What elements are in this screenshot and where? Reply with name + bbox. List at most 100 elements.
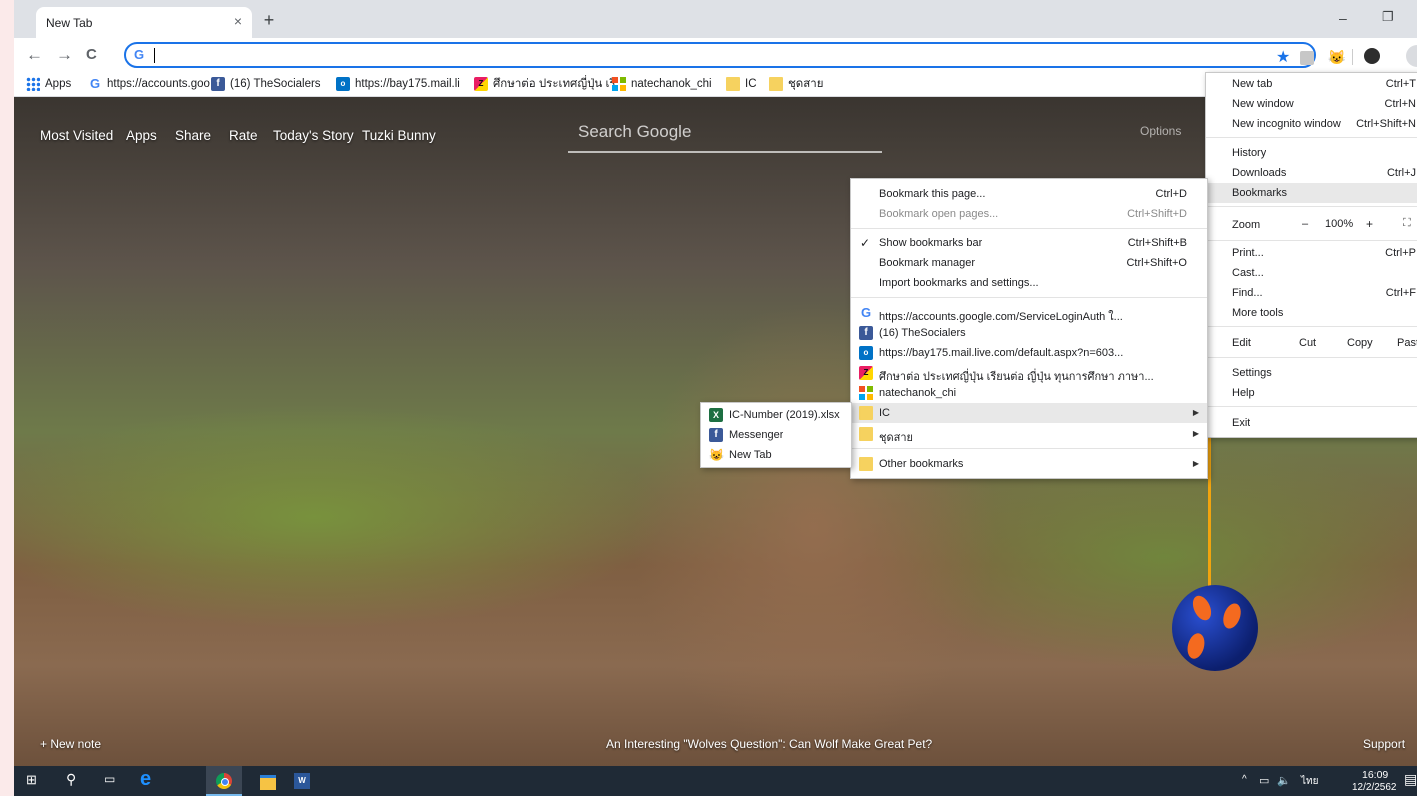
bookmark-folder-ic[interactable]: IC ▶ — [851, 403, 1207, 423]
ntp-link-rate[interactable]: Rate — [229, 128, 258, 143]
fullscreen-icon[interactable]: ⛶ — [1403, 217, 1411, 230]
menu-item-find[interactable]: Find... Ctrl+F — [1206, 283, 1417, 303]
copy-button[interactable]: Copy — [1347, 337, 1373, 349]
menu-item-bookmarks[interactable]: Bookmarks — [1206, 183, 1417, 203]
bookmark-item-google-accounts[interactable]: Ghttps://accounts.google.com/ServiceLogi… — [851, 303, 1207, 324]
task-view-icon[interactable]: ▭ — [104, 772, 115, 786]
bookmark-star-icon[interactable]: ★ — [1276, 47, 1290, 67]
paste-button[interactable]: Past — [1397, 337, 1417, 349]
cat-extension-icon[interactable]: 😺 — [1328, 49, 1345, 66]
menu-item-settings[interactable]: Settings — [1206, 363, 1417, 383]
tray-chevron-icon[interactable]: ^ — [1242, 774, 1247, 785]
folder-icon — [859, 457, 873, 471]
windows-taskbar: ⊞ ⚲ ▭ e W ^ ▭ 🔈 ไทย 16:09 12/2/2562 ▤ — [14, 766, 1417, 796]
menu-item-bookmark-manager[interactable]: Bookmark manager Ctrl+Shift+O — [851, 253, 1207, 273]
menu-item-new-window[interactable]: New window Ctrl+N — [1206, 94, 1417, 114]
bookmark-folder-chudsai[interactable]: ชุดสาย — [769, 76, 824, 92]
zoom-out-button[interactable]: – — [1302, 218, 1308, 230]
file-explorer-icon[interactable] — [260, 775, 276, 790]
bookmark-thesocialers[interactable]: f (16) TheSocialers — [211, 76, 321, 92]
menu-separator — [1206, 326, 1417, 327]
bookmark-label: ศึกษาต่อ ประเทศญี่ปุ่น เรี — [493, 78, 616, 90]
bookmark-item-messenger[interactable]: f Messenger — [701, 425, 851, 445]
ntp-link-tuzki-bunny[interactable]: Tuzki Bunny — [362, 128, 436, 143]
edge-icon[interactable]: e — [140, 768, 151, 791]
bookmark-folder-ic[interactable]: IC — [726, 76, 757, 92]
back-icon[interactable]: ← — [26, 45, 43, 65]
extension-icon[interactable] — [1300, 51, 1314, 65]
menu-item-history[interactable]: History — [1206, 143, 1417, 163]
search-icon[interactable]: ⚲ — [66, 771, 76, 788]
google-icon: G — [134, 47, 145, 62]
bookmark-label: https://bay175.mail.li — [355, 78, 460, 90]
minimize-icon[interactable]: – — [1339, 10, 1347, 26]
google-icon: G — [89, 76, 101, 91]
menu-item-print[interactable]: Print... Ctrl+P — [1206, 243, 1417, 263]
ntp-options-link[interactable]: Options — [1140, 124, 1181, 138]
bookmark-item-natechanok[interactable]: natechanok_chi — [851, 383, 1207, 403]
tab-new-tab[interactable]: New Tab × — [36, 7, 252, 38]
bookmark-study-japan[interactable]: Z ศึกษาต่อ ประเทศญี่ปุ่น เรี — [474, 76, 616, 92]
word-icon[interactable]: W — [294, 773, 310, 789]
bookmark-label: https://accounts.goo — [107, 78, 210, 90]
profile-avatar[interactable] — [1364, 48, 1380, 64]
volume-icon[interactable]: 🔈 — [1277, 774, 1291, 787]
folder-icon — [769, 77, 783, 91]
ntp-story-link[interactable]: An Interesting "Wolves Question": Can Wo… — [606, 737, 932, 751]
ntp-link-share[interactable]: Share — [175, 128, 211, 143]
menu-item-more-tools[interactable]: More tools — [1206, 303, 1417, 323]
bookmark-item-ic-number[interactable]: X IC-Number (2019).xlsx — [701, 405, 851, 425]
bookmark-folder-chudsai[interactable]: ชุดสาย ▶ — [851, 424, 1207, 444]
bookmark-outlook[interactable]: o https://bay175.mail.li — [336, 76, 460, 92]
tab-title: New Tab — [46, 16, 93, 30]
ntp-link-most-visited[interactable]: Most Visited — [40, 128, 113, 143]
menu-item-incognito[interactable]: New incognito window Ctrl+Shift+N — [1206, 114, 1417, 134]
bookmark-folder-other[interactable]: Other bookmarks ▶ — [851, 454, 1207, 474]
input-language[interactable]: ไทย — [1301, 774, 1318, 789]
microsoft-icon — [859, 386, 873, 400]
ntp-new-note-button[interactable]: + New note — [40, 737, 101, 751]
network-icon[interactable]: ▭ — [1259, 774, 1269, 787]
menu-item-import-bookmarks[interactable]: Import bookmarks and settings... — [851, 273, 1207, 293]
menu-item-cast[interactable]: Cast... — [1206, 263, 1417, 283]
ntp-search-underline — [568, 151, 882, 153]
cut-button[interactable]: Cut — [1299, 337, 1316, 349]
clock-time[interactable]: 16:09 — [1362, 769, 1388, 781]
menu-separator — [1206, 206, 1417, 207]
ic-folder-submenu: X IC-Number (2019).xlsx f Messenger 😺 New T… — [700, 402, 852, 468]
ntp-search-input[interactable]: Search Google — [578, 122, 691, 142]
left-strip — [0, 0, 14, 796]
toolbar-divider — [1352, 49, 1353, 65]
windows-start-icon[interactable]: ⊞ — [26, 772, 37, 788]
bookmark-item-thesocialers[interactable]: f (16) TheSocialers — [851, 323, 1207, 343]
zoom-in-button[interactable]: + — [1366, 217, 1373, 231]
tab-close-icon[interactable]: × — [234, 13, 242, 29]
bookmark-natechanok[interactable]: natechanok_chi — [612, 76, 712, 92]
bookmark-google-accounts[interactable]: G https://accounts.goo — [88, 76, 210, 92]
bookmark-item-study-japan[interactable]: Z ศึกษาต่อ ประเทศญี่ปุ่น เรียนต่อ ญี่ปุ่น… — [851, 363, 1207, 383]
clock-date[interactable]: 12/2/2562 — [1352, 782, 1397, 793]
restore-icon[interactable]: ❐ — [1382, 9, 1394, 25]
notifications-icon[interactable]: ▤ — [1404, 771, 1417, 788]
bookmark-item-new-tab[interactable]: 😺 New Tab — [701, 445, 851, 465]
new-tab-button[interactable]: + — [258, 10, 280, 32]
ntp-link-todays-story[interactable]: Today's Story — [273, 128, 354, 143]
menu-item-exit[interactable]: Exit — [1206, 413, 1417, 433]
bookmark-label: Apps — [45, 78, 72, 90]
bookmark-item-outlook[interactable]: o https://bay175.mail.live.com/default.as… — [851, 343, 1207, 363]
menu-item-help[interactable]: Help — [1206, 383, 1417, 403]
ntp-support-link[interactable]: Support — [1363, 737, 1405, 751]
ntp-link-apps[interactable]: Apps — [126, 128, 157, 143]
menu-item-new-tab[interactable]: New tab Ctrl+T — [1206, 74, 1417, 94]
forward-icon[interactable]: → — [56, 45, 73, 65]
submenu-arrow-icon: ▶ — [1192, 429, 1199, 438]
bookmark-apps[interactable]: Apps — [26, 76, 71, 92]
menu-item-downloads[interactable]: Downloads Ctrl+J — [1206, 163, 1417, 183]
address-bar[interactable]: G — [124, 42, 1316, 68]
zoom-level: 100% — [1325, 218, 1354, 230]
reload-icon[interactable]: C — [86, 46, 97, 63]
chrome-icon-center — [221, 778, 229, 786]
menu-item-show-bookmarks-bar[interactable]: ✓ Show bookmarks bar Ctrl+Shift+B — [851, 233, 1207, 253]
chrome-menu-button[interactable] — [1406, 45, 1417, 67]
menu-item-bookmark-page[interactable]: Bookmark this page... Ctrl+D — [851, 184, 1207, 204]
